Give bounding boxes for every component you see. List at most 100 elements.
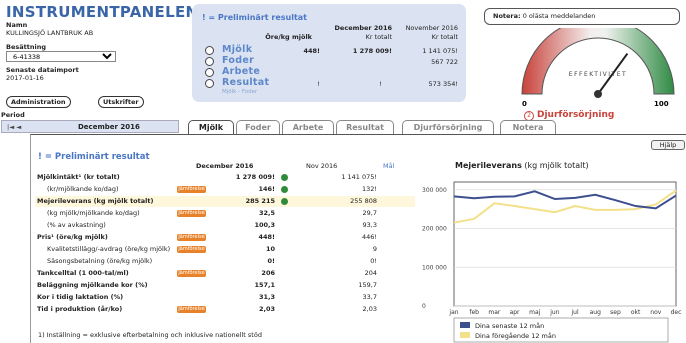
x-tick-label: okt [631,309,641,316]
table-row: Pris¹ (öre/kg mjölk) Jämförelse 448! 446! [35,232,415,243]
table-row: Tankcelltal (1 000-tal/ml) Jämförelse 206 2… [35,268,415,279]
row-value-previous: 0! [370,257,377,265]
row-value-current: 100,3 [254,221,275,229]
table-row: Mejerileverans (kg mjölk totalt) 285 215 2… [35,196,415,207]
status-dot-icon [281,186,288,193]
radio-foder[interactable] [205,57,214,66]
farm-name: KULLINGSJÖ LANTBRUK AB [6,29,94,37]
import-date: 2017-01-16 [6,74,44,82]
table-row: (% av avkastning) 100,3 93,3 [35,220,415,231]
import-label: Senaste dataimport [6,66,79,74]
print-button[interactable]: Utskrifter [98,96,144,108]
table-row: Säsongsbetalning (öre/kg mjölk) 0! 0! [35,256,415,267]
tab-foder[interactable]: Foder [236,120,280,135]
row-value-current: 285 215 [245,197,275,205]
delivery-chart: 0 100 000 200 000 300 000 jan feb mar apr maj jun… [422,181,682,343]
y-tick-label: 100 000 [422,264,447,271]
status-dot-icon [281,174,288,181]
x-tick-label: mar [488,309,501,316]
row-label: Pris¹ (öre/kg mjölk) [37,233,108,241]
radio-arbete[interactable] [205,68,214,77]
label-arbete[interactable]: Arbete [222,66,260,77]
row-value-previous: 132! [361,185,377,193]
notes-box[interactable]: Notera: 0 olästa meddelanden [484,8,680,25]
help-button[interactable]: Hjälp [651,140,685,150]
efficiency-gauge: EFFEKTIVITET 0 100 [521,28,675,108]
period-selector[interactable]: |◄ ◄ December 2016 [1,120,179,133]
row-label: (kg mjölk/mjölkande ko/dag) [47,209,140,217]
row-value-previous: 29,7 [362,209,377,217]
row-label: (kr/mjölkande ko/dag) [47,185,119,193]
mjolk-kr: 1 278 009! [352,47,392,55]
chart-title: Mejerileverans (kg mjölk totalt) [455,161,589,170]
row-value-current: 157,1 [254,281,275,289]
x-tick-label: dec [671,309,682,316]
resultat-kr: ! [379,80,382,88]
row-value-previous: 9 [372,245,377,253]
tab-mjolk[interactable]: Mjölk [188,120,234,135]
chart-title-unit: (kg mjölk totalt) [524,161,589,170]
table-row: Mjölkintäkt¹ (kr totalt) 1 278 009! 1 141 … [35,172,415,183]
row-label: Tankcelltal (1 000-tal/ml) [37,269,129,277]
admin-button[interactable]: Administration [6,96,71,108]
row-value-previous: 93,3 [362,221,377,229]
row-value-previous: 255 808 [350,197,377,205]
x-tick-label: jun [549,309,559,316]
row-label: Tid i produktion (år/ko) [37,305,123,313]
x-tick-label: apr [510,309,520,316]
period-value: December 2016 [78,123,140,131]
legend-swatch [460,332,470,338]
footnote: 1) Inställning = exklusive efterbetalnin… [38,331,262,339]
legend-label: Dina senaste 12 mån [475,321,544,330]
row-label: Kor i tidig laktation (%) [37,293,124,301]
row-label: Säsongsbetalning (öre/kg mjölk) [47,257,153,265]
x-tick-label: feb [469,309,479,316]
row-value-current: 0! [267,257,276,265]
row-label: Mjölkintäkt¹ (kr totalt) [37,173,120,181]
tab-resultat[interactable]: Resultat [336,120,394,135]
prelim-heading: ! = Preliminärt resultat [202,13,307,22]
row-value-current: 31,3 [258,293,275,301]
label-resultat[interactable]: Resultat [222,77,269,88]
herd-label: Besättning [6,43,46,51]
label-foder[interactable]: Foder [222,55,254,66]
x-tick-label: nov [650,309,661,316]
table-row: (kr/mjölkande ko/dag) Jämförelse 146! 132! [35,184,415,195]
table-row: Beläggning mjölkande kor (%) 157,1 159,7 [35,280,415,291]
notes-text: 0 olästa meddelanden [522,12,596,20]
col-ore: Öre/kg mjölk [265,33,312,41]
row-value-previous: 1 141 075! [341,173,377,181]
row-value-current: 1 278 009! [235,173,275,181]
row-label: (% av avkastning) [47,221,106,229]
radio-resultat[interactable] [205,79,214,88]
tab-djurforsorjning[interactable]: Djurförsörjning [402,120,494,135]
period-label: Period [1,111,25,119]
tab-arbete[interactable]: Arbete [282,120,334,135]
herd-select[interactable]: 6-41338 [6,51,116,62]
tab-notera[interactable]: Notera [500,120,556,135]
row-value-previous: 2,03 [362,305,377,313]
label-mjolk[interactable]: Mjölk [222,44,252,55]
table-col-prev: Nov 2016 [306,162,338,170]
x-tick-label: jul [571,309,579,316]
y-tick-label: 200 000 [422,226,447,233]
radio-mjolk[interactable] [205,46,214,55]
x-tick-label: sep [610,309,621,316]
status-dot-icon [281,198,288,205]
table-row: Kor i tidig laktation (%) 31,3 33,7 [35,292,415,303]
x-tick-label: jan [448,309,458,316]
gauge-caption[interactable]: Djurförsörjning [537,110,614,120]
row-value-current: 32,5 [258,209,275,217]
name-label: Namn [6,21,28,29]
row-value-previous: 159,7 [358,281,377,289]
resultat-prev: 573 354! [428,80,459,88]
table-row: Tid i produktion (år/ko) Jämförelse 2,03 2,… [35,304,415,315]
period-prev-icon[interactable]: |◄ ◄ [7,123,21,131]
resultat-ore: ! [317,80,320,88]
table-row: Kvalitetstillägg/-avdrag (öre/kg mjölk) J… [35,244,415,255]
row-label: Beläggning mjölkande kor (%) [37,281,148,289]
row-label: Mejerileverans (kg mjölk totalt) [37,197,154,205]
gauge-max: 100 [654,100,669,108]
resultat-sub: Mjölk - Foder [222,89,258,95]
chart-plot-area [453,181,677,307]
